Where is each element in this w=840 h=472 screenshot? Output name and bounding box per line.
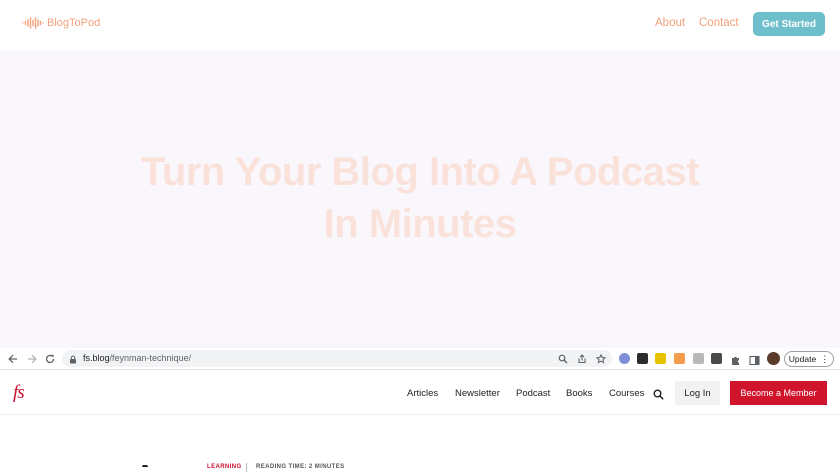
extensions-puzzle-icon[interactable] — [730, 353, 741, 365]
hero-title-line2: In Minutes — [323, 202, 517, 246]
extension-icon[interactable] — [655, 353, 666, 364]
extension-icon[interactable] — [637, 353, 648, 364]
url-path: /feynman-technique/ — [109, 353, 192, 363]
side-panel-icon[interactable] — [749, 353, 760, 366]
nav-about-link[interactable]: About — [655, 17, 685, 29]
hero-title: Turn Your Blog Into A Podcast In Minutes — [0, 146, 840, 250]
extension-icon[interactable] — [619, 353, 630, 364]
back-arrow-icon[interactable] — [7, 353, 19, 365]
update-label: Update — [788, 354, 817, 364]
get-started-button[interactable]: Get Started — [753, 12, 825, 36]
nav-contact-link[interactable]: Contact — [699, 17, 739, 29]
login-button[interactable]: Log In — [675, 381, 720, 405]
url-domain: fs.blog — [83, 353, 110, 363]
fs-nav-podcast[interactable]: Podcast — [516, 388, 550, 399]
reading-time: READING TIME: 2 MINUTES — [256, 464, 345, 470]
url-text[interactable]: fs.blog/feynman-technique/ — [83, 353, 191, 363]
logo-text: BlogToPod — [47, 17, 101, 29]
become-member-button[interactable]: Become a Member — [730, 381, 827, 405]
lock-icon[interactable] — [67, 353, 79, 365]
fs-nav-articles[interactable]: Articles — [407, 388, 438, 399]
fs-logo[interactable]: fs — [13, 382, 25, 404]
update-button[interactable]: Update ⋮ — [784, 351, 834, 367]
meta-divider — [246, 463, 247, 472]
hero-section: Turn Your Blog Into A Podcast In Minutes — [0, 50, 840, 348]
author-avatar — [142, 465, 148, 472]
blogtopod-logo[interactable]: BlogToPod — [22, 17, 100, 29]
extension-icon[interactable] — [674, 353, 685, 364]
share-icon[interactable] — [576, 353, 588, 365]
bookmark-star-icon[interactable] — [595, 353, 607, 365]
soundwave-icon — [22, 17, 44, 29]
reload-icon[interactable] — [44, 353, 56, 365]
extension-icon[interactable] — [693, 353, 704, 364]
forward-arrow-icon[interactable] — [26, 353, 38, 365]
search-icon[interactable] — [653, 387, 664, 405]
fs-nav-newsletter[interactable]: Newsletter — [455, 388, 500, 399]
hero-title-line1: Turn Your Blog Into A Podcast — [140, 150, 700, 194]
profile-avatar[interactable] — [767, 352, 780, 365]
kebab-menu-icon[interactable]: ⋮ — [820, 355, 829, 364]
site-header: BlogToPod About Contact Get Started — [0, 0, 840, 50]
fs-nav-courses[interactable]: Courses — [609, 388, 644, 399]
category-tag[interactable]: LEARNING — [207, 464, 242, 470]
fs-nav-books[interactable]: Books — [566, 388, 592, 399]
zoom-icon[interactable] — [557, 353, 569, 365]
extension-icon[interactable] — [711, 353, 722, 364]
